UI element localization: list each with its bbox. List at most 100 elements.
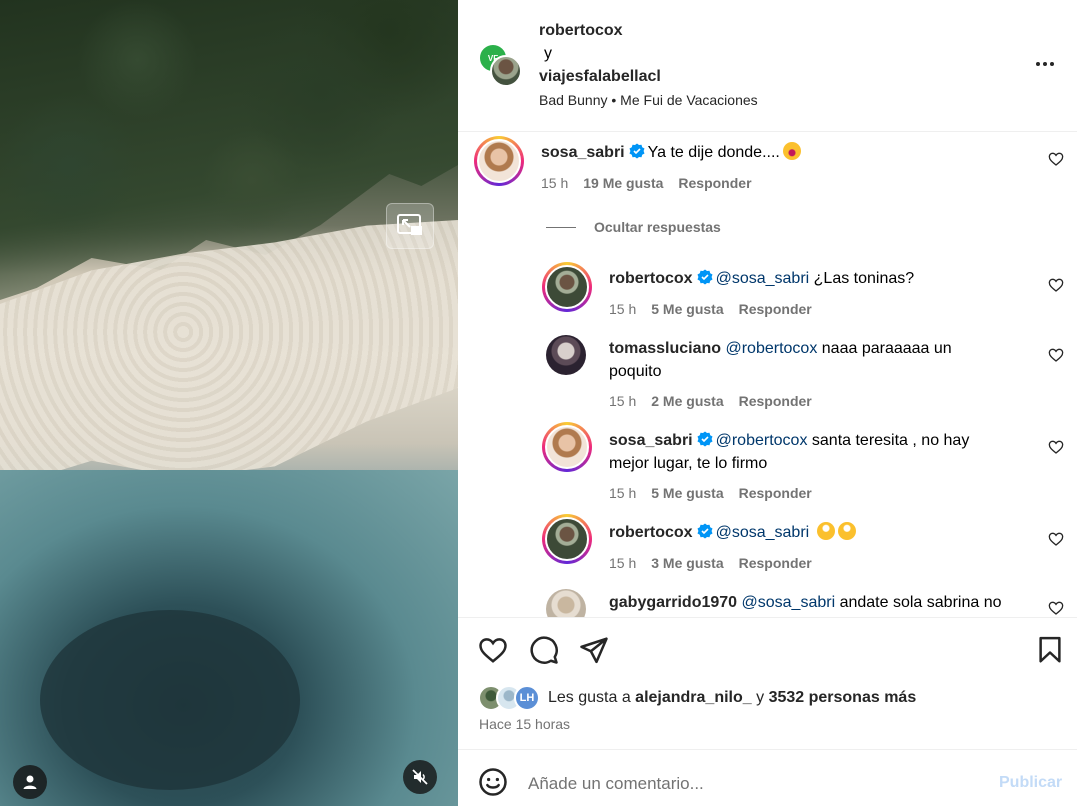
reply-username[interactable]: gabygarrido1970 [609, 594, 737, 611]
share-icon[interactable] [579, 635, 609, 665]
likes-summary[interactable]: LH Les gusta a alejandra_nilo_ y 3532 pe… [478, 685, 916, 711]
publish-button[interactable]: Publicar [999, 774, 1062, 792]
comment-time[interactable]: 15 h [541, 175, 568, 191]
user-tag-icon [23, 775, 37, 789]
reply-button[interactable]: Responder [739, 555, 812, 571]
reply-likes[interactable]: 2 Me gusta [651, 393, 723, 409]
reply-meta: 15 h 3 Me gusta Responder [609, 555, 812, 571]
reply-button[interactable]: Responder [739, 485, 812, 501]
reply-body [809, 524, 813, 541]
grin-sweat-emoji [782, 142, 801, 160]
reply-time[interactable]: 15 h [609, 301, 636, 317]
comment-text: sosa_sabri Ya te dije donde.... [541, 141, 801, 164]
audio-track[interactable]: Bad Bunny • Me Fui de Vacaciones [539, 92, 758, 108]
heart-icon[interactable] [1048, 151, 1064, 167]
avatar[interactable] [542, 514, 592, 564]
liker-username[interactable]: alejandra_nilo_ [635, 689, 752, 707]
heart-icon[interactable] [1048, 439, 1064, 455]
owner-username-1[interactable]: robertocox [539, 19, 661, 42]
reply-text: gabygarrido1970 @sosa_sabri andate sola … [609, 591, 1001, 614]
liker-avatars: LH [478, 685, 544, 711]
reply-likes[interactable]: 5 Me gusta [651, 301, 723, 317]
hide-replies-button[interactable]: Ocultar respuestas [546, 219, 721, 235]
owner-avatar[interactable] [490, 55, 522, 87]
likes-prefix: Les gusta a [548, 689, 636, 706]
comment-input[interactable]: Añade un comentario... [528, 774, 704, 794]
comment-likes[interactable]: 19 Me gusta [583, 175, 663, 191]
reply-text: sosa_sabri @robertocox santa teresita , n… [609, 429, 969, 475]
smile-icon[interactable] [478, 767, 508, 797]
post-panel: VF robertocox y viajesfalabellacl Bad Bu… [458, 0, 1077, 806]
verified-icon [697, 431, 713, 447]
reply-likes[interactable]: 3 Me gusta [651, 555, 723, 571]
eye-roll-emoji [816, 522, 835, 540]
reply-time[interactable]: 15 h [609, 393, 636, 409]
reply-username[interactable]: sosa_sabri [609, 432, 693, 449]
mute-button[interactable] [403, 760, 437, 794]
avatar[interactable] [546, 335, 586, 375]
reply-body-line2: mejor lugar, te lo firmo [609, 455, 768, 472]
avatar: LH [514, 685, 540, 711]
reply-time[interactable]: 15 h [609, 555, 636, 571]
owner-username-2[interactable]: viajesfalabellacl [539, 65, 661, 88]
save-icon[interactable] [1035, 635, 1065, 665]
post-owners: robertocox y viajesfalabellacl [539, 19, 661, 88]
reply-button[interactable]: Responder [739, 393, 812, 409]
mention-link[interactable]: @sosa_sabri [716, 524, 810, 541]
reply-meta: 15 h 2 Me gusta Responder [609, 393, 812, 409]
post-header: VF robertocox y viajesfalabellacl Bad Bu… [458, 0, 1077, 132]
mute-icon [412, 769, 428, 785]
heart-icon[interactable] [478, 635, 508, 665]
reply-username[interactable]: robertocox [609, 270, 693, 287]
reply-button[interactable]: Responder [739, 301, 812, 317]
reply-text: robertocox @sosa_sabri ¿Las toninas? [609, 267, 914, 290]
pip-icon [397, 214, 422, 235]
reply-username[interactable]: robertocox [609, 524, 693, 541]
mention-link[interactable]: @robertocox [716, 432, 808, 449]
post-media[interactable] [0, 0, 458, 806]
comment-username[interactable]: sosa_sabri [541, 144, 625, 161]
eye-roll-emoji [837, 522, 856, 540]
hide-replies-label: Ocultar respuestas [594, 219, 721, 235]
reply-body: naaa paraaaaa un [817, 340, 952, 357]
comment-composer: Añade un comentario... Publicar [458, 749, 1077, 806]
verified-icon [697, 269, 713, 285]
reply-body: santa teresita , no hay [807, 432, 970, 449]
reply-time[interactable]: 15 h [609, 485, 636, 501]
comments-list[interactable]: sosa_sabri Ya te dije donde.... 15 h 19 M… [458, 133, 1077, 617]
verified-icon [697, 523, 713, 539]
post-actions: LH Les gusta a alejandra_nilo_ y 3532 pe… [458, 617, 1077, 749]
reply-likes[interactable]: 5 Me gusta [651, 485, 723, 501]
heart-icon[interactable] [1048, 600, 1064, 616]
reply-username[interactable]: tomassluciano [609, 340, 721, 357]
comment-body: Ya te dije donde.... [647, 144, 780, 161]
avatar[interactable] [474, 136, 524, 186]
mention-link[interactable]: @robertocox [725, 340, 817, 357]
avatar[interactable] [542, 422, 592, 472]
more-options-button[interactable] [1036, 54, 1060, 74]
post-timestamp[interactable]: Hace 15 horas [479, 716, 570, 732]
collab-avatars[interactable]: VF [478, 43, 524, 89]
avatar[interactable] [546, 589, 586, 617]
reply-button[interactable]: Responder [678, 175, 751, 191]
likes-middle: y [751, 689, 769, 706]
reply-body: ¿Las toninas? [809, 270, 915, 287]
heart-icon[interactable] [1048, 531, 1064, 547]
likes-count[interactable]: 3532 personas más [769, 689, 917, 707]
reply-body-line2: poquito [609, 363, 662, 380]
heart-icon[interactable] [1048, 277, 1064, 293]
reply-text: robertocox @sosa_sabri [609, 521, 856, 544]
user-tag-button[interactable] [13, 765, 47, 799]
verified-icon [629, 143, 645, 159]
reply-body: andate sola sabrina no [835, 594, 1002, 611]
owner-joiner: y [544, 45, 552, 62]
mention-link[interactable]: @sosa_sabri [742, 594, 836, 611]
heart-icon[interactable] [1048, 347, 1064, 363]
mention-link[interactable]: @sosa_sabri [716, 270, 810, 287]
more-icon [1036, 62, 1040, 66]
pip-button[interactable] [386, 203, 434, 249]
media-reef [40, 610, 300, 790]
avatar[interactable] [542, 262, 592, 312]
reply-text: tomassluciano @robertocox naaa paraaaaa … [609, 337, 952, 383]
comment-icon[interactable] [529, 635, 559, 665]
